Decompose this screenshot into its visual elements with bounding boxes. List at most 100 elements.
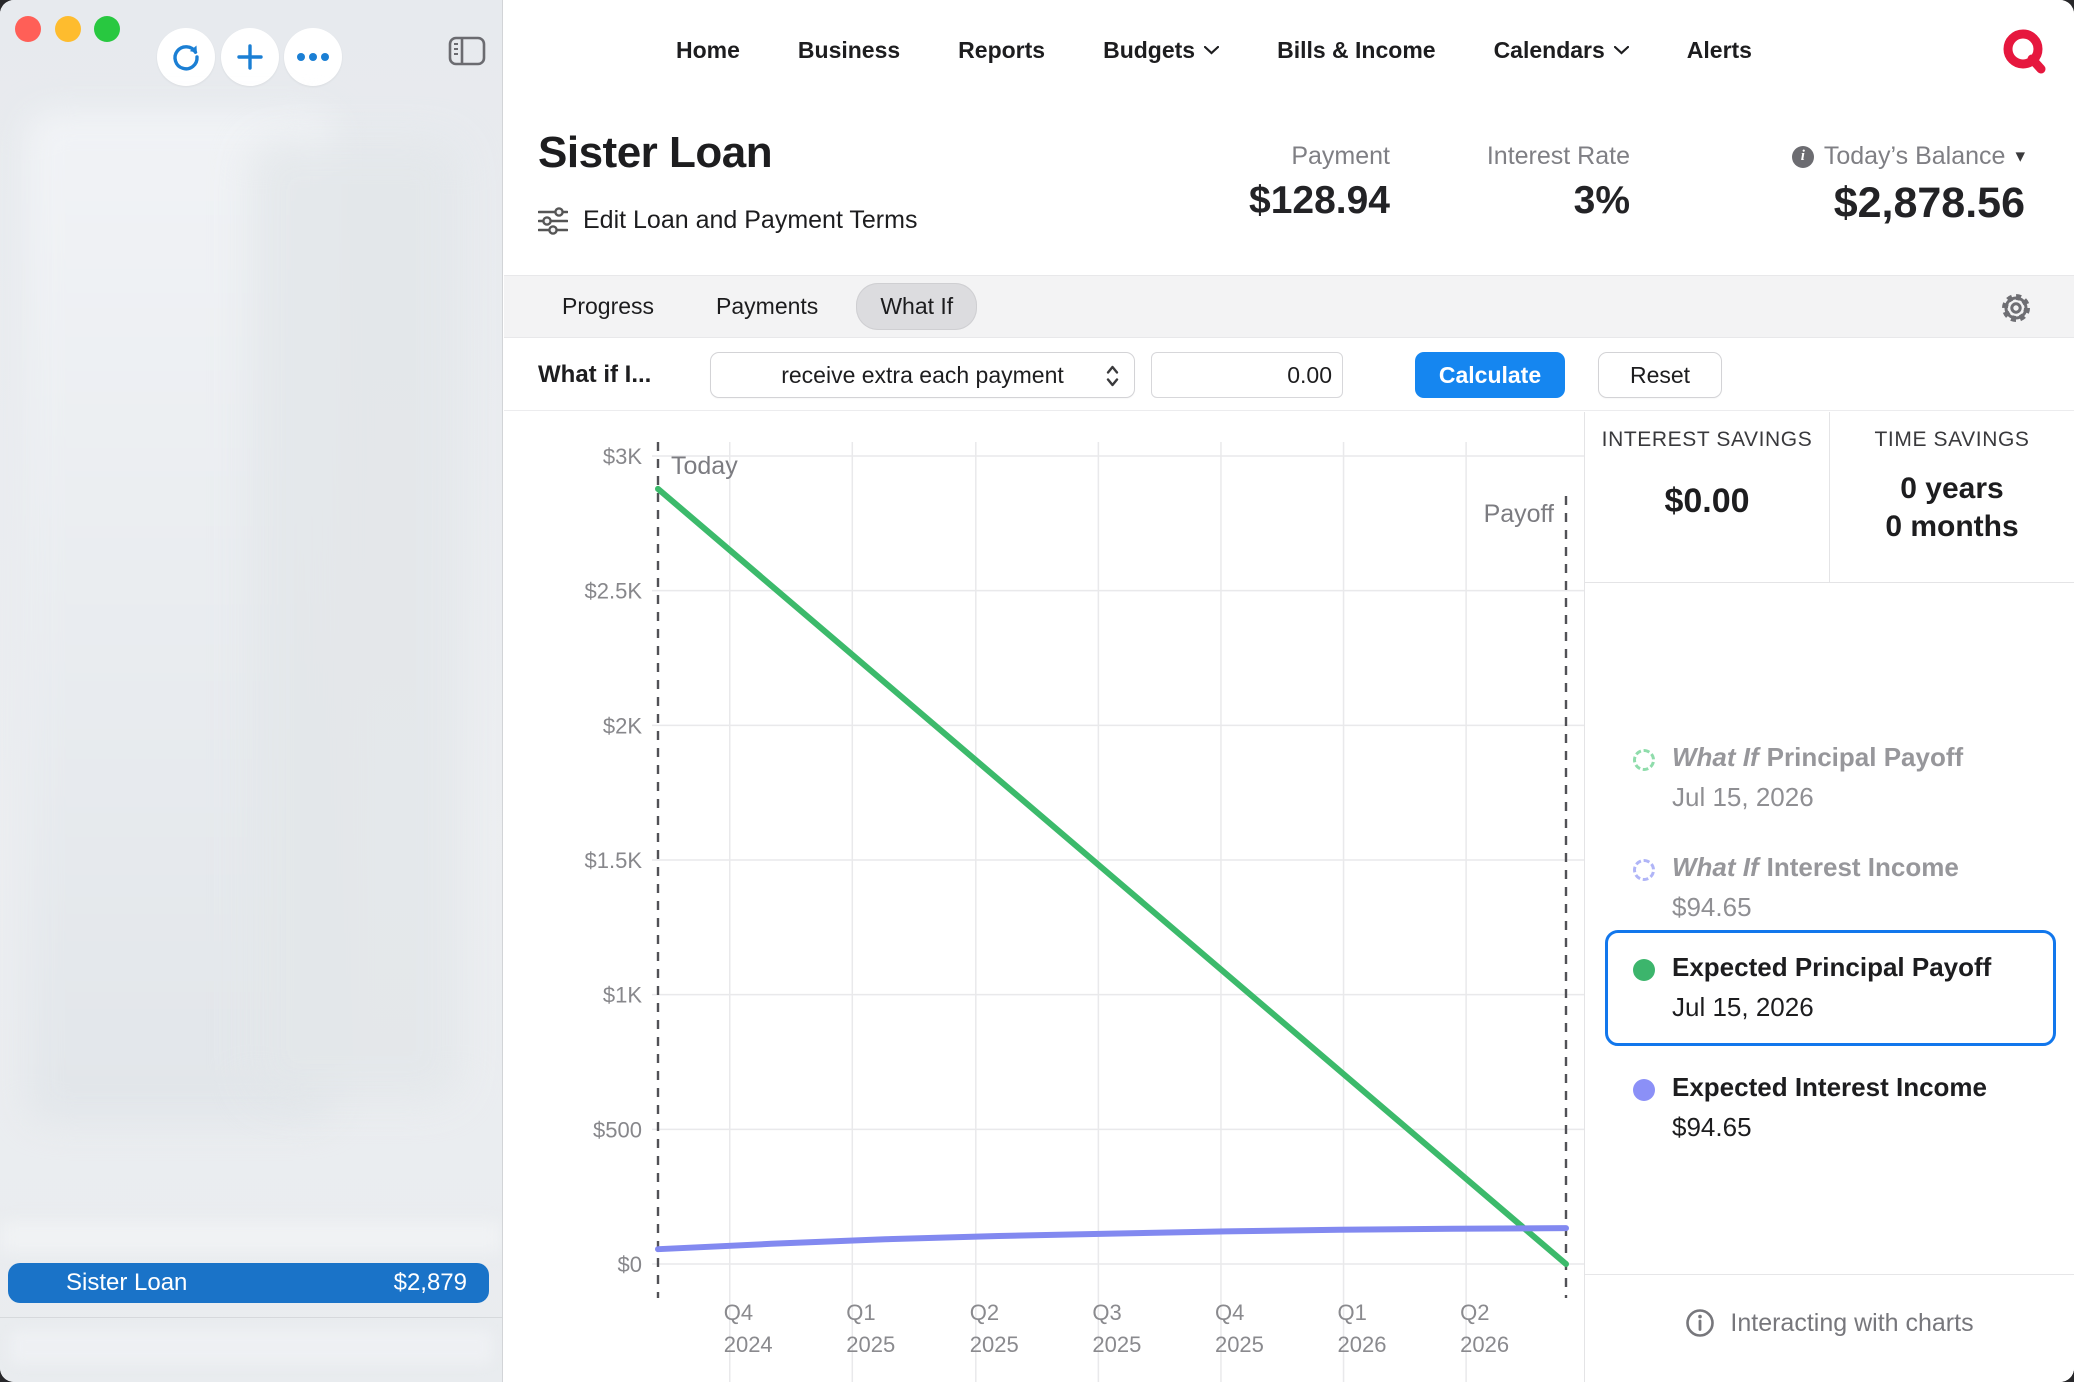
nav-budgets[interactable]: Budgets [1103, 37, 1219, 64]
gear-icon [1998, 290, 2034, 326]
svg-text:Today: Today [671, 452, 738, 480]
svg-text:Payoff: Payoff [1484, 500, 1554, 528]
time-savings-cell: TIME SAVINGS 0 years 0 months [1829, 412, 2074, 582]
svg-text:Q2: Q2 [1460, 1300, 1489, 1325]
settings-button[interactable] [1998, 290, 2034, 326]
loan-payoff-chart[interactable]: $0 $500 $1K $1.5K $2K $2.5K $3K Q4 2024 Q1 2025 Q2 2… [504, 412, 1584, 1382]
sidebar-item-sister-loan[interactable]: Sister Loan $2,879 [8, 1263, 489, 1303]
sync-button[interactable] [157, 28, 215, 86]
stat-interest-rate: Interest Rate 3% [1487, 142, 1630, 223]
dot-icon [1633, 959, 1655, 981]
interest-savings-cell: INTEREST SAVINGS $0.00 [1585, 412, 1829, 582]
tab-progress[interactable]: Progress [538, 283, 678, 330]
legend-whatif-interest[interactable]: What IfInterest Income $94.65 [1633, 852, 1959, 923]
dashed-circle-icon [1633, 859, 1655, 881]
legend-expected-principal[interactable]: Expected Principal Payoff Jul 15, 2026 [1633, 952, 1991, 1023]
top-nav: Home Business Reports Budgets Bills & In… [504, 0, 1924, 100]
edit-loan-label: Edit Loan and Payment Terms [583, 206, 917, 235]
info-icon[interactable]: i [1792, 146, 1814, 168]
svg-text:Q4: Q4 [724, 1300, 753, 1325]
sidebar-toggle-button[interactable] [448, 36, 486, 66]
stat-balance-label: Today’s Balance [1824, 142, 2006, 171]
svg-text:$3K: $3K [603, 444, 642, 469]
time-savings-value: 0 years 0 months [1830, 470, 2074, 546]
svg-text:2026: 2026 [1460, 1332, 1509, 1357]
time-savings-label: TIME SAVINGS [1830, 428, 2074, 452]
svg-text:2025: 2025 [1215, 1332, 1264, 1357]
svg-text:2024: 2024 [724, 1332, 773, 1357]
reset-button[interactable]: Reset [1598, 352, 1722, 398]
sidebar-toggle-icon [448, 36, 486, 66]
edit-loan-link[interactable]: Edit Loan and Payment Terms [538, 206, 917, 235]
tab-payments[interactable]: Payments [692, 283, 842, 330]
svg-text:$2K: $2K [603, 713, 642, 738]
svg-text:$500: $500 [593, 1117, 642, 1142]
divider [0, 1317, 502, 1318]
stat-balance: i Today’s Balance ▾ $2,878.56 [1792, 142, 2025, 228]
chart-help-link[interactable]: Interacting with charts [1585, 1308, 2074, 1338]
chart-help-label: Interacting with charts [1730, 1309, 1973, 1338]
chart-side-panel: INTEREST SAVINGS $0.00 TIME SAVINGS 0 ye… [1584, 412, 2074, 1382]
sidebar-item-amount: $2,879 [394, 1269, 467, 1297]
svg-text:Q4: Q4 [1215, 1300, 1244, 1325]
balance-selector[interactable]: i Today’s Balance ▾ [1792, 142, 2025, 171]
select-arrows-icon [1105, 364, 1120, 388]
nav-business[interactable]: Business [798, 37, 900, 64]
scenario-select[interactable]: receive extra each payment [710, 352, 1135, 398]
what-if-toolbar: What if I... receive extra each payment … [504, 339, 2074, 411]
chevron-down-icon [1204, 46, 1219, 55]
legend-expected-interest[interactable]: Expected Interest Income $94.65 [1633, 1072, 1987, 1143]
svg-text:2025: 2025 [1092, 1332, 1141, 1357]
caret-down-icon: ▾ [2015, 145, 2025, 168]
extra-amount-input[interactable] [1151, 352, 1343, 398]
nav-calendars[interactable]: Calendars [1494, 37, 1629, 64]
svg-text:Q3: Q3 [1092, 1300, 1121, 1325]
savings-summary: INTEREST SAVINGS $0.00 TIME SAVINGS 0 ye… [1585, 412, 2074, 583]
add-button[interactable] [221, 28, 279, 86]
divider [1585, 1274, 2074, 1275]
sidebar-blurred-content [10, 1330, 493, 1364]
nav-home[interactable]: Home [676, 37, 740, 64]
svg-text:$2.5K: $2.5K [585, 579, 643, 604]
page-title: Sister Loan [538, 128, 772, 178]
close-button[interactable] [15, 16, 41, 42]
stat-payment-label: Payment [1249, 142, 1390, 171]
sidebar-blurred-content [0, 1222, 502, 1252]
dashed-circle-icon [1633, 749, 1655, 771]
app-window: Sister Loan $2,879 Home Business Reports… [0, 0, 2074, 1382]
what-if-label: What if I... [538, 361, 651, 389]
interest-savings-label: INTEREST SAVINGS [1585, 428, 1829, 452]
info-circle-icon [1685, 1308, 1715, 1338]
svg-text:2025: 2025 [846, 1332, 895, 1357]
stat-payment-value: $128.94 [1249, 179, 1390, 223]
legend-whatif-principal[interactable]: What IfPrincipal Payoff Jul 15, 2026 [1633, 742, 1963, 813]
scenario-select-value: receive extra each payment [781, 362, 1064, 389]
zoom-button[interactable] [94, 16, 120, 42]
svg-text:Q1: Q1 [1338, 1300, 1367, 1325]
svg-text:$0: $0 [618, 1252, 642, 1277]
stat-interest-value: 3% [1487, 179, 1630, 223]
tab-bar: Progress Payments What If [504, 275, 2074, 338]
nav-reports[interactable]: Reports [958, 37, 1045, 64]
minimize-button[interactable] [55, 16, 81, 42]
tab-what-if[interactable]: What If [856, 283, 977, 330]
sidebar-blurred-content [250, 140, 460, 1100]
sliders-icon [538, 207, 568, 235]
svg-text:Q2: Q2 [970, 1300, 999, 1325]
svg-text:$1.5K: $1.5K [585, 848, 643, 873]
nav-alerts[interactable]: Alerts [1687, 37, 1752, 64]
sync-icon [169, 40, 203, 74]
svg-text:$1K: $1K [603, 983, 642, 1008]
main-content: Home Business Reports Budgets Bills & In… [504, 0, 2074, 1382]
ellipsis-icon [296, 52, 330, 62]
nav-bills-income[interactable]: Bills & Income [1277, 37, 1435, 64]
svg-text:2026: 2026 [1338, 1332, 1387, 1357]
more-button[interactable] [284, 28, 342, 86]
calculate-button[interactable]: Calculate [1415, 352, 1565, 398]
stat-balance-value: $2,878.56 [1792, 179, 2025, 228]
quicken-logo [2002, 28, 2048, 74]
stat-payment: Payment $128.94 [1249, 142, 1390, 223]
sidebar-item-label: Sister Loan [66, 1269, 187, 1297]
svg-text:Q1: Q1 [846, 1300, 875, 1325]
plus-icon [234, 41, 266, 73]
